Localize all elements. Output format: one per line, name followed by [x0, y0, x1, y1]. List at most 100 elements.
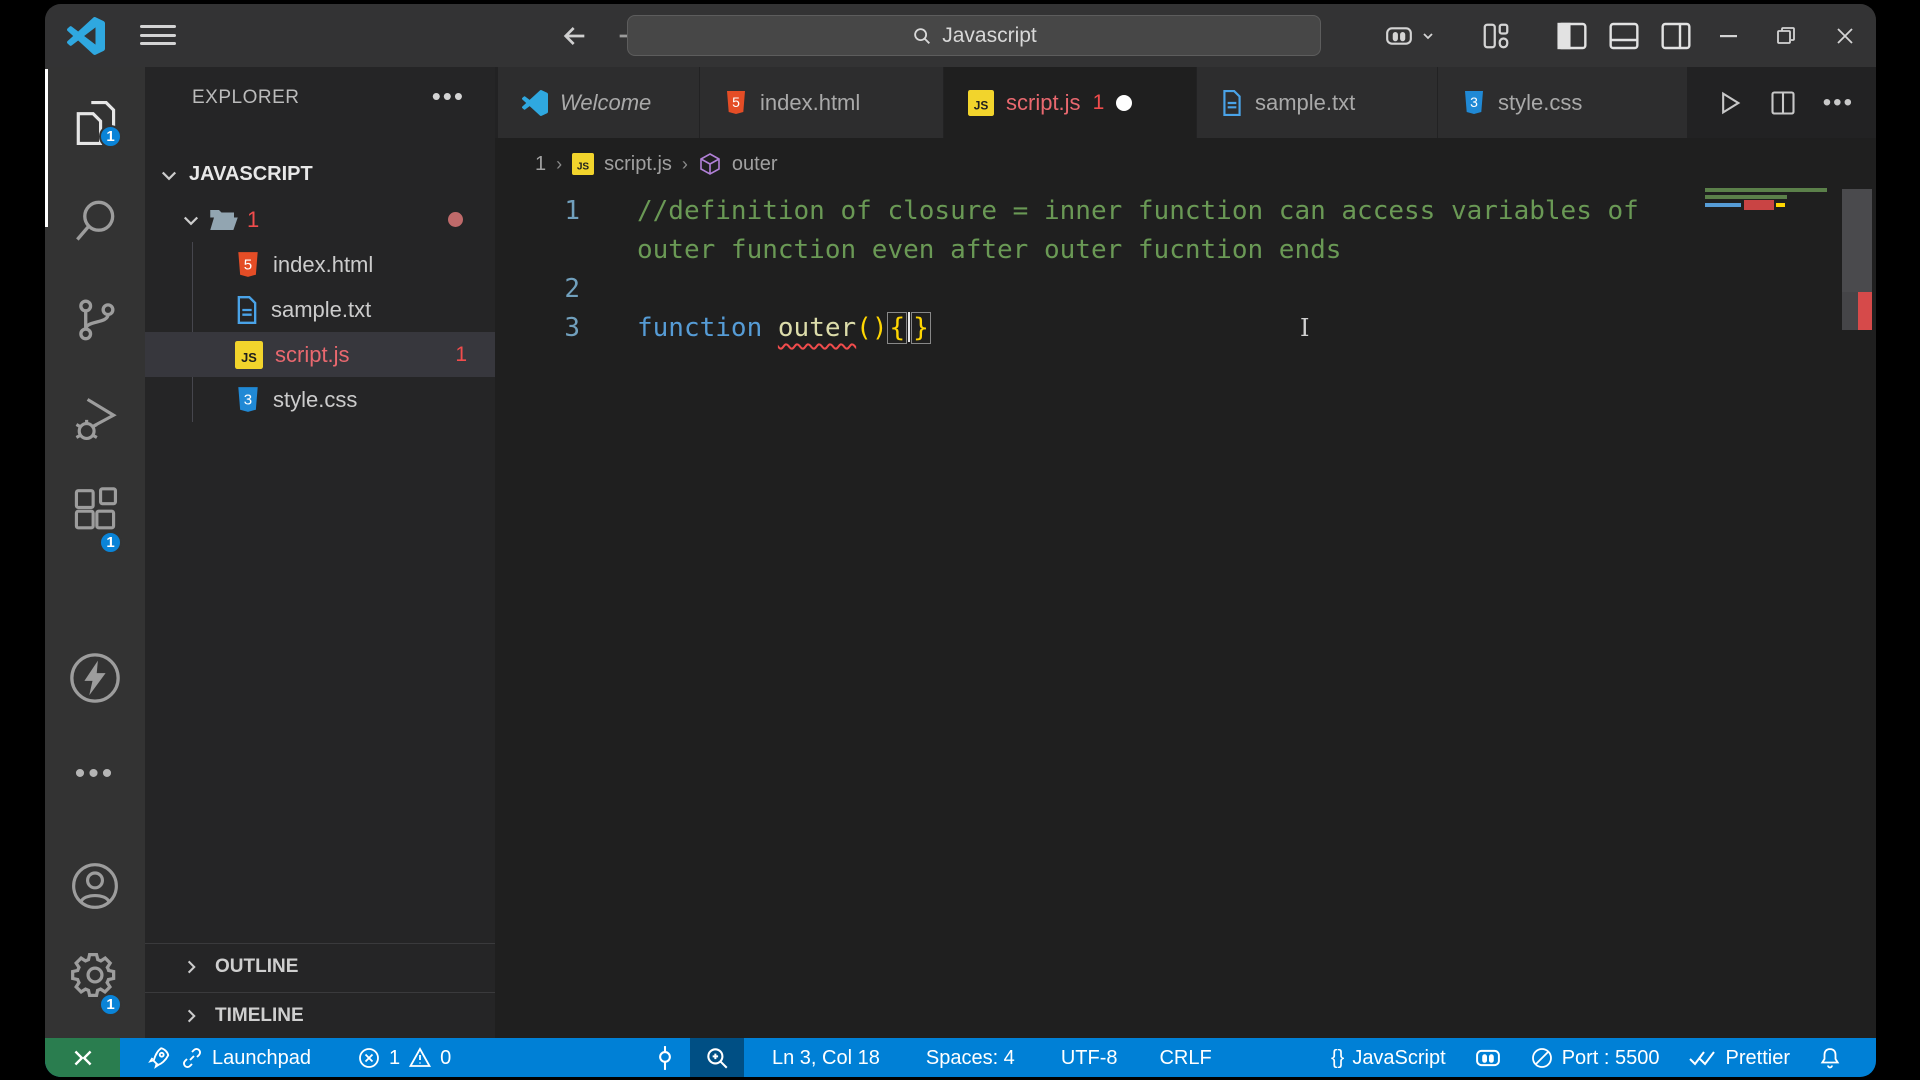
cursor-position-item[interactable]: Ln 3, Col 18 [758, 1038, 894, 1077]
scrollbar-thumb[interactable] [1842, 189, 1872, 292]
breadcrumb-item[interactable]: 1 [535, 153, 546, 176]
notifications-item[interactable] [1804, 1038, 1842, 1077]
open-brace: { [887, 312, 908, 344]
run-file-icon[interactable] [1715, 89, 1743, 117]
code-text: function outer(){} [630, 309, 931, 348]
prettier-item[interactable]: Prettier [1674, 1038, 1804, 1077]
activity-bar: 1 1 ••• 1 [45, 67, 145, 1042]
file-row-script-js[interactable]: JS script.js 1 [145, 332, 495, 377]
customize-layout-icon[interactable] [1446, 4, 1546, 67]
outline-panel-header[interactable]: OUTLINE [145, 943, 495, 989]
svg-text:5: 5 [244, 256, 252, 273]
language-mode-item[interactable]: {} JavaScript [1317, 1038, 1460, 1077]
eol-item[interactable]: CRLF [1145, 1038, 1225, 1077]
keyword-function: function [637, 313, 763, 343]
explorer-view-icon[interactable]: 1 [45, 97, 145, 149]
screencast-item[interactable] [640, 1038, 690, 1077]
comment-text: outer function even after outer fucntion… [637, 235, 1342, 265]
sidebar-more-actions-icon[interactable]: ••• [432, 81, 465, 112]
code-editor[interactable]: 1 //definition of closure = inner functi… [495, 190, 1876, 1038]
timeline-panel-header[interactable]: TIMELINE [145, 992, 495, 1038]
back-arrow-icon[interactable] [559, 20, 591, 52]
zoom-item[interactable] [690, 1038, 744, 1077]
search-view-icon[interactable] [45, 194, 145, 246]
breadcrumb-item[interactable]: outer [732, 153, 778, 176]
command-center-search[interactable]: Javascript [627, 15, 1321, 56]
toggle-panel-icon[interactable] [1598, 4, 1650, 67]
rocket-icon [148, 1047, 170, 1069]
link-icon [183, 1048, 201, 1068]
tab-error-badge: 1 [1092, 90, 1105, 114]
vscode-logo-icon [522, 89, 548, 116]
comment-text: //definition of closure = inner function… [637, 196, 1639, 226]
more-views-icon[interactable]: ••• [45, 757, 145, 791]
tab-sample-txt[interactable]: sample.txt [1197, 67, 1438, 138]
chevron-right-icon [187, 960, 196, 973]
tab-label: index.html [760, 89, 861, 115]
tab-index-html[interactable]: 5 index.html [700, 67, 944, 138]
split-editor-icon[interactable] [1769, 89, 1797, 117]
code-line-wrap: outer function even after outer fucntion… [495, 231, 1876, 270]
css-file-icon: 3 [238, 386, 258, 412]
scrollbar-track[interactable] [1842, 292, 1858, 330]
svg-text:3: 3 [244, 391, 252, 408]
encoding-item[interactable]: UTF-8 [1047, 1038, 1132, 1077]
line-number: 1 [564, 196, 580, 226]
toggle-secondary-sidebar-icon[interactable] [1650, 4, 1702, 67]
error-count: 1 [388, 1046, 401, 1069]
toggle-primary-sidebar-icon[interactable] [1546, 4, 1598, 67]
chevron-right-icon [187, 1009, 196, 1022]
mouse-ibeam-cursor: I [1300, 314, 1310, 342]
restore-button[interactable] [1758, 4, 1814, 67]
timeline-label: TIMELINE [215, 1004, 304, 1026]
extensions-badge: 1 [99, 531, 122, 554]
minimize-button[interactable] [1702, 4, 1758, 67]
js-file-icon: JS [968, 89, 994, 116]
line-number: 2 [564, 274, 580, 304]
close-button[interactable] [1814, 4, 1876, 67]
chevron-right-icon: › [556, 153, 563, 174]
tab-script-js[interactable]: JS script.js 1 [944, 67, 1197, 138]
file-label: index.html [273, 251, 374, 277]
bell-icon [1820, 1048, 1840, 1069]
file-label: sample.txt [271, 296, 372, 322]
breadcrumb-item[interactable]: script.js [604, 153, 672, 176]
launchpad-label: Launchpad [212, 1046, 311, 1069]
chevron-right-icon: › [681, 153, 688, 174]
remote-indicator[interactable] [45, 1038, 120, 1077]
file-row-style-css[interactable]: 3 style.css [145, 377, 495, 422]
editor-more-actions-icon[interactable]: ••• [1823, 89, 1854, 117]
tab-label: Welcome [560, 89, 652, 115]
svg-text:JS: JS [974, 98, 989, 112]
code-line: 3 function outer(){} [495, 309, 1876, 348]
tab-style-css[interactable]: 3 style.css [1438, 67, 1688, 138]
port-item[interactable]: Port : 5500 [1516, 1038, 1674, 1077]
tab-welcome[interactable]: Welcome [498, 67, 700, 138]
copilot-button[interactable] [1374, 4, 1446, 67]
js-file-icon: JS [235, 340, 263, 369]
run-debug-icon[interactable] [45, 392, 145, 444]
file-row-index-html[interactable]: 5 index.html [145, 242, 495, 287]
search-icon [911, 25, 933, 47]
editor-tab-bar: Welcome 5 index.html JS script.js 1 samp… [495, 67, 1876, 138]
source-control-icon[interactable] [45, 293, 145, 345]
file-row-sample-txt[interactable]: sample.txt [145, 287, 495, 332]
problems-item[interactable]: 1 0 [343, 1038, 465, 1077]
workspace-section[interactable]: JAVASCRIPT [145, 152, 495, 197]
settings-gear-icon[interactable]: 1 [45, 949, 145, 1016]
indentation-item[interactable]: Spaces: 4 [912, 1038, 1029, 1077]
thunder-client-icon[interactable] [45, 651, 145, 705]
menu-hamburger-icon[interactable] [140, 21, 176, 49]
accounts-icon[interactable] [45, 860, 145, 912]
minimap-line [1705, 195, 1787, 199]
double-check-icon [1688, 1051, 1715, 1066]
warning-icon [409, 1047, 432, 1067]
remote-icon [74, 1050, 91, 1066]
unsaved-dot-icon[interactable] [1116, 94, 1133, 111]
folder-row[interactable]: 1 [145, 197, 495, 242]
copilot-status-item[interactable] [1460, 1038, 1516, 1077]
copilot-icon [1475, 1049, 1500, 1067]
extensions-view-icon[interactable]: 1 [45, 487, 145, 554]
launchpad-item[interactable]: Launchpad [132, 1038, 325, 1077]
language-label: JavaScript [1352, 1046, 1446, 1069]
